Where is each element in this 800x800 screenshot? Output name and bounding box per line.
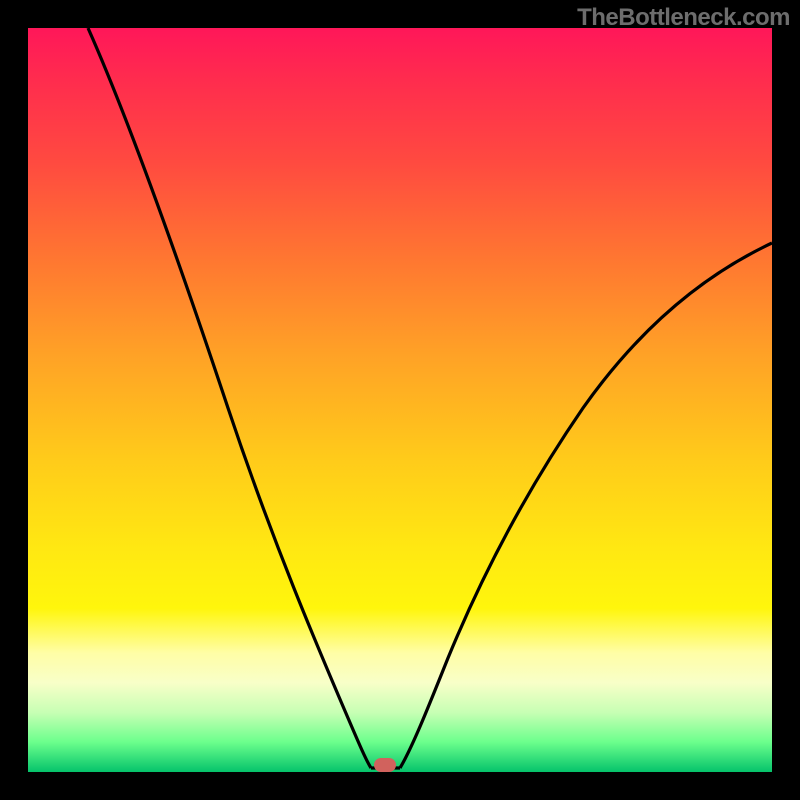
valley-marker: [374, 758, 396, 772]
curve-right: [400, 243, 772, 768]
chart-frame: TheBottleneck.com: [0, 0, 800, 800]
curve-left: [88, 28, 371, 768]
curve-layer: [28, 28, 772, 772]
watermark-text: TheBottleneck.com: [577, 4, 790, 32]
